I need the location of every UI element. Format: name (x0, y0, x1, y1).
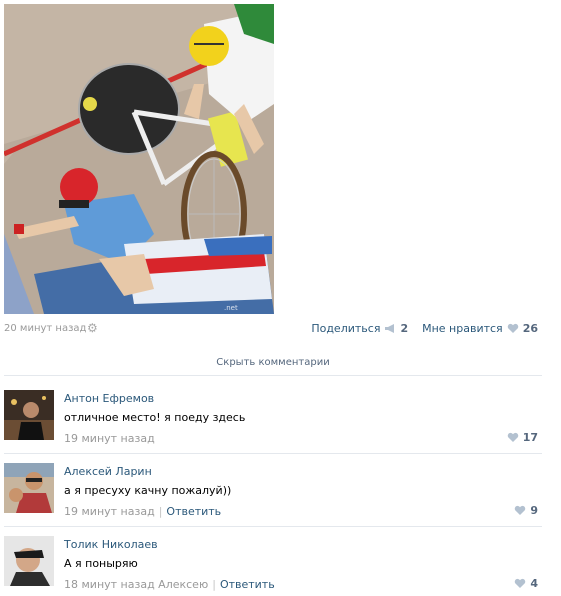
avatar[interactable] (4, 390, 54, 440)
avatar[interactable] (4, 536, 54, 586)
comment-author[interactable]: Антон Ефремов (64, 392, 154, 405)
comment-like-count: 17 (522, 431, 538, 444)
comment-author[interactable]: Толик Николаев (64, 538, 158, 551)
like-count: 26 (522, 322, 538, 335)
comment-text: а я пресуху качну пожалуй)) (64, 484, 232, 497)
comment-time[interactable]: 18 минут назад Алексею (64, 578, 208, 591)
comment-time[interactable]: 19 минут назад (64, 432, 155, 445)
comment-footer: 19 минут назад | Ответить (64, 505, 221, 518)
comment-like-count: 9 (530, 504, 538, 517)
comment-text: отличное место! я поеду здесь (64, 411, 246, 424)
avatar[interactable] (4, 463, 54, 513)
like-button[interactable]: Мне нравится (422, 322, 503, 335)
comment-like-button[interactable]: 4 (514, 577, 538, 590)
reply-button[interactable]: Ответить (220, 578, 275, 591)
comment-footer: 18 минут назад Алексею | Ответить (64, 578, 275, 591)
comment-like-button[interactable]: 9 (514, 504, 538, 517)
comment-like-button[interactable]: 17 (507, 431, 538, 444)
heart-icon (515, 578, 526, 588)
gear-icon[interactable]: ⚙ (87, 322, 99, 334)
reply-button[interactable]: Ответить (166, 505, 221, 518)
post-photo[interactable]: .net (4, 4, 274, 314)
heart-icon (515, 505, 526, 515)
comment-time[interactable]: 19 минут назад (64, 505, 155, 518)
comment-author[interactable]: Алексей Ларин (64, 465, 152, 478)
comment-footer: 19 минут назад (64, 432, 155, 445)
svg-text:.net: .net (224, 304, 238, 312)
separator: | (158, 505, 163, 518)
megaphone-icon[interactable] (384, 323, 396, 334)
heart-icon (507, 432, 518, 442)
hide-comments-link[interactable]: Скрыть комментарии (4, 350, 542, 376)
separator: | (212, 578, 216, 591)
post-actions: Поделиться 2 Мне нравится 26 (311, 322, 538, 335)
heart-icon[interactable] (507, 323, 519, 334)
share-button[interactable]: Поделиться (311, 322, 380, 335)
share-count: 2 (400, 322, 409, 335)
comment-item: Алексей Ларин а я пресуху качну пожалуй)… (4, 454, 542, 527)
comment-item: Антон Ефремов отличное место! я поеду зд… (4, 381, 542, 454)
post-meta: 20 минут назад ⚙ Поделиться 2 Мне нравит… (4, 322, 538, 338)
post-time[interactable]: 20 минут назад (4, 323, 86, 334)
comment-like-count: 4 (530, 577, 538, 590)
comment-item: Толик Николаев А я поныряю 18 минут наза… (4, 527, 542, 596)
comment-text: А я поныряю (64, 557, 138, 570)
